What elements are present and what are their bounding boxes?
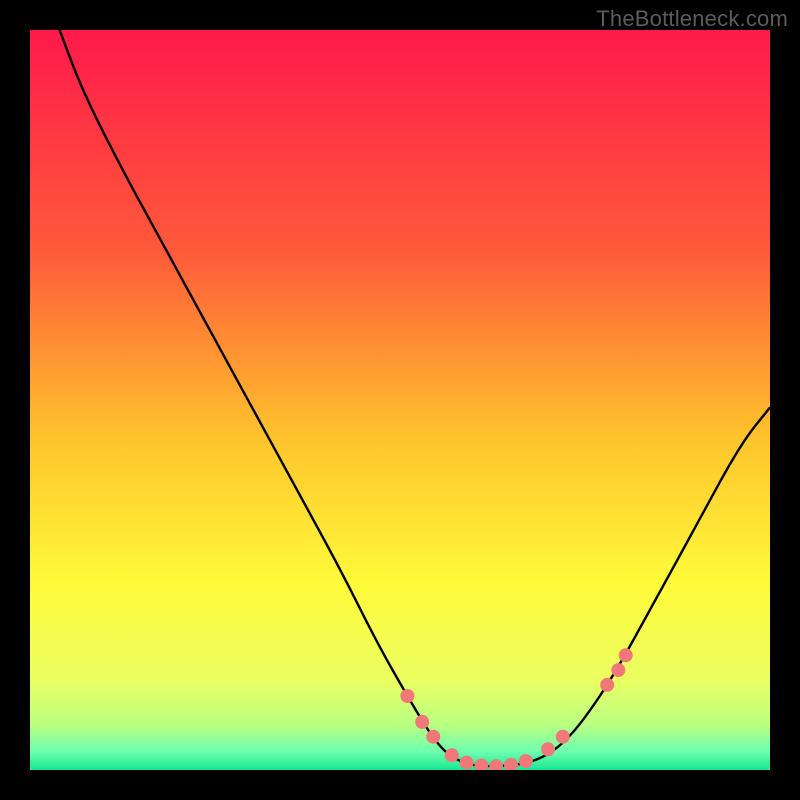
marker-point — [426, 730, 440, 744]
marker-point — [460, 756, 474, 770]
chart-svg — [30, 30, 770, 770]
plot-area — [30, 30, 770, 770]
marker-point — [445, 748, 459, 762]
marker-point — [415, 715, 429, 729]
marker-point — [619, 648, 633, 662]
chart-frame: TheBottleneck.com — [0, 0, 800, 800]
marker-point — [400, 689, 414, 703]
watermark-text: TheBottleneck.com — [596, 6, 788, 32]
marker-point — [519, 754, 533, 768]
gradient-background — [30, 30, 770, 770]
marker-point — [556, 730, 570, 744]
marker-point — [611, 663, 625, 677]
marker-point — [600, 678, 614, 692]
marker-point — [541, 742, 555, 756]
